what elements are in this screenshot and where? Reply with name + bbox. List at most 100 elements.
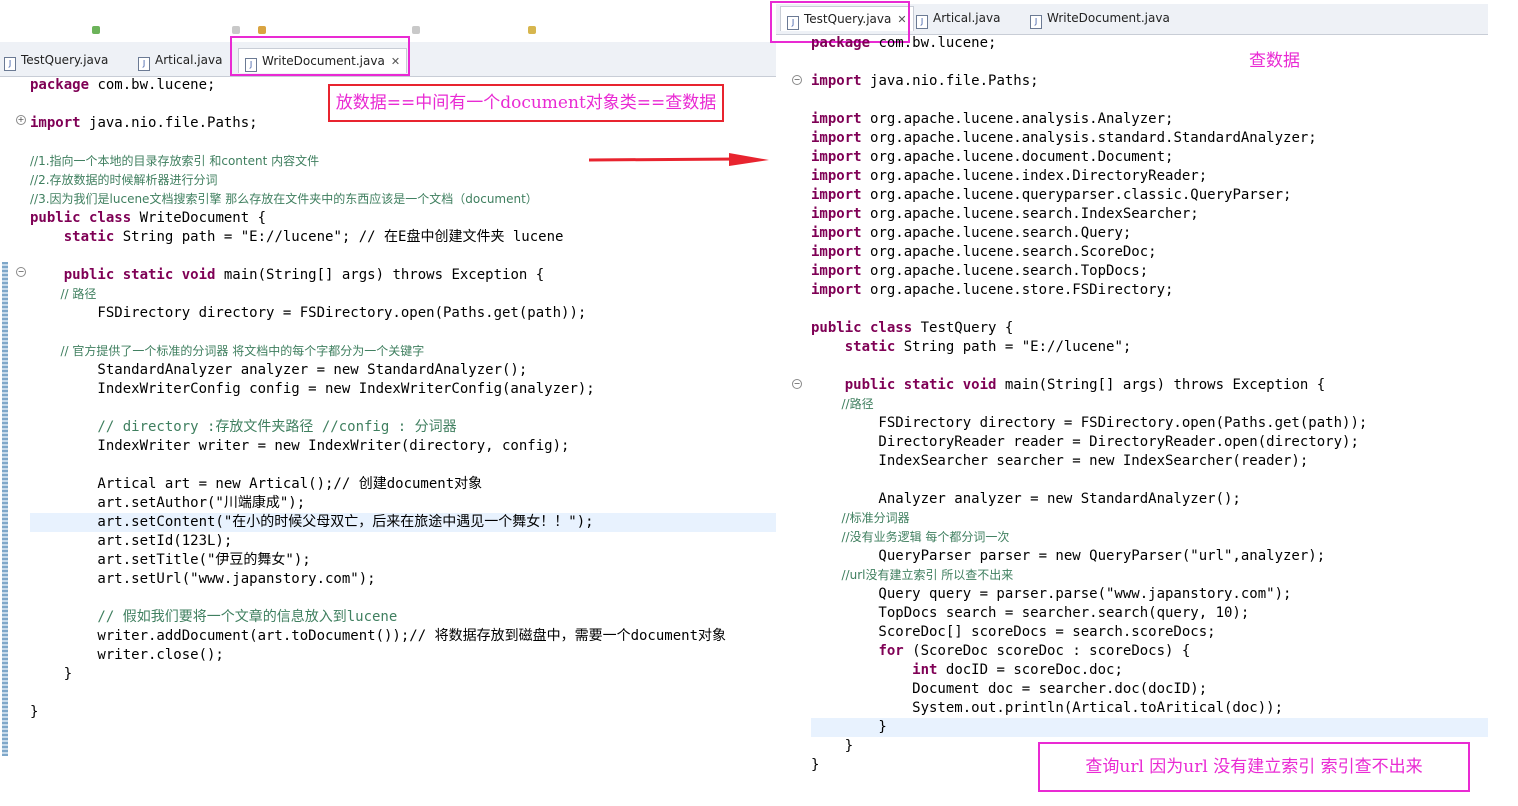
code-line: FSDirectory directory = FSDirectory.open… [30, 305, 587, 321]
code-line: } [30, 704, 39, 720]
code-line: DirectoryReader reader = DirectoryReader… [811, 434, 1359, 450]
change-marker [2, 262, 8, 756]
code-line: art.setAuthor("川端康成"); [30, 495, 306, 511]
code-line: static String path = "E://lucene"; // 在E… [63, 229, 564, 245]
code-line: package com.bw.lucene; [811, 35, 997, 51]
code-line: StandardAnalyzer analyzer = new Standard… [30, 362, 528, 378]
code-line: Query query = parser.parse("www.japansto… [811, 586, 1292, 602]
code-line-current: } [811, 718, 1488, 737]
toolbar-strip [0, 0, 776, 36]
arrow-icon [589, 153, 769, 166]
code-line: Document doc = searcher.doc(docID); [811, 681, 1208, 697]
code-line: art.setId(123L); [30, 533, 233, 549]
code-line: for (ScoreDoc scoreDoc : scoreDocs) { [878, 643, 1191, 659]
code-line: IndexWriterConfig config = new IndexWrit… [30, 381, 595, 397]
left-editor-pane: J TestQuery.java J Artical.java J WriteDocu… [0, 0, 776, 806]
code-line: FSDirectory directory = FSDirectory.open… [811, 415, 1368, 431]
expand-icon[interactable]: + [16, 115, 26, 125]
java-file-icon: J [1030, 15, 1042, 29]
code-line: writer.addDocument(art.toDocument());// … [30, 628, 727, 644]
code-line: import org.apache.lucene.index.Directory… [811, 168, 1208, 184]
code-line: IndexSearcher searcher = new IndexSearch… [811, 453, 1309, 469]
code-line-current: art.setContent("在小的时候父母双亡，后来在旅途中遇见一个舞女！！… [30, 513, 776, 532]
code-comment: //2.存放数据的时候解析器进行分词 [30, 173, 218, 187]
code-line: writer.close(); [30, 647, 224, 663]
collapse-icon[interactable]: − [792, 379, 802, 389]
code-line: Analyzer analyzer = new StandardAnalyzer… [811, 491, 1241, 507]
code-line: import org.apache.lucene.search.Query; [811, 225, 1132, 241]
code-line: import org.apache.lucene.analysis.standa… [811, 130, 1317, 146]
code-line: art.setUrl("www.japanstory.com"); [30, 571, 376, 587]
right-editor-pane: J TestQuery.java ✕ J Artical.java J WriteDoc… [770, 0, 1488, 806]
toolbar-icon[interactable] [528, 26, 536, 34]
annotation-put-data: 放数据==中间有一个document对象类==查数据 [328, 84, 724, 122]
code-line: int docID = scoreDoc.doc; [912, 662, 1123, 678]
code-comment: //3.因为我们是lucene文档搜索引擎 那么存放在文件夹中的东西应该是一个文… [30, 192, 538, 206]
code-line: import org.apache.lucene.search.TopDocs; [811, 263, 1149, 279]
tab-label: WriteDocument.java [1047, 11, 1170, 25]
code-line: public class TestQuery { [811, 320, 1014, 336]
code-line: import org.apache.lucene.search.ScoreDoc… [811, 244, 1157, 260]
code-line: import org.apache.lucene.analysis.Analyz… [811, 111, 1174, 127]
code-lines: package com.bw.lucene; import java.nio.f… [811, 34, 1488, 775]
overview-ruler [0, 76, 10, 806]
code-comment: //没有业务逻辑 每个都分词一次 [811, 530, 1010, 544]
overview-ruler [776, 34, 786, 806]
tab-writedocument[interactable]: J WriteDocument.java [1030, 6, 1170, 30]
code-line: Artical art = new Artical();// 创建documen… [30, 476, 483, 492]
annotation-url-note: 查询url 因为url 没有建立索引 索引查不出来 [1038, 742, 1470, 792]
window-edge [1488, 0, 1518, 806]
code-line: } [30, 666, 73, 682]
code-line: art.setTitle("伊豆的舞女"); [30, 552, 311, 568]
tab-label: Artical.java [155, 53, 223, 67]
code-line: public static void main(String[] args) t… [844, 377, 1326, 393]
tab-artical[interactable]: J Artical.java [138, 48, 222, 72]
tab-artical[interactable]: J Artical.java [916, 6, 1000, 30]
code-comment: // 假如我们要将一个文章的信息放入到lucene [30, 609, 398, 625]
collapse-icon[interactable]: − [792, 75, 802, 85]
code-comment: // directory :存放文件夹路径 //config : 分词器 [30, 419, 457, 435]
code-editor[interactable]: + − package com.bw.lucene; import java.n… [0, 76, 776, 806]
tab-testquery[interactable]: J TestQuery.java [4, 48, 108, 72]
tab-label: Artical.java [933, 11, 1001, 25]
code-line: import org.apache.lucene.search.IndexSea… [811, 206, 1199, 222]
code-comment: //标准分词器 [811, 511, 910, 525]
tab-label: TestQuery.java [21, 53, 109, 67]
run-icon[interactable] [92, 26, 100, 34]
collapse-icon[interactable]: − [16, 267, 26, 277]
code-line: import org.apache.lucene.store.FSDirecto… [811, 282, 1174, 298]
code-lines: package com.bw.lucene; import java.nio.f… [30, 76, 776, 722]
code-line: IndexWriter writer = new IndexWriter(dir… [30, 438, 570, 454]
code-line: QueryParser parser = new QueryParser("ur… [811, 548, 1326, 564]
code-comment: // 路径 [30, 287, 97, 301]
annotation-query-data: 查数据 [1249, 51, 1300, 71]
toolbar-icon[interactable] [258, 26, 266, 34]
code-line: ScoreDoc[] scoreDocs = search.scoreDocs; [811, 624, 1216, 640]
toolbar-icon[interactable] [232, 26, 240, 34]
java-file-icon: J [4, 57, 16, 71]
code-line: System.out.println(Artical.toAritical(do… [811, 700, 1284, 716]
code-comment: // 官方提供了一个标准的分词器 将文档中的每个字都分为一个关键字 [30, 344, 425, 358]
code-comment: //路径 [811, 397, 874, 411]
code-line: static String path = "E://lucene"; [844, 339, 1132, 355]
code-line: import org.apache.lucene.queryparser.cla… [811, 187, 1292, 203]
java-file-icon: J [916, 15, 928, 29]
toolbar-icon[interactable] [412, 26, 420, 34]
tab-highlight-box [230, 36, 410, 76]
code-line: public static void main(String[] args) t… [63, 267, 545, 283]
code-line: import org.apache.lucene.document.Docume… [811, 149, 1174, 165]
code-editor[interactable]: − − package com.bw.lucene; import java.n… [776, 34, 1488, 806]
code-comment: //url没有建立索引 所以查不出来 [811, 568, 1014, 582]
code-line: TopDocs search = searcher.search(query, … [811, 605, 1250, 621]
